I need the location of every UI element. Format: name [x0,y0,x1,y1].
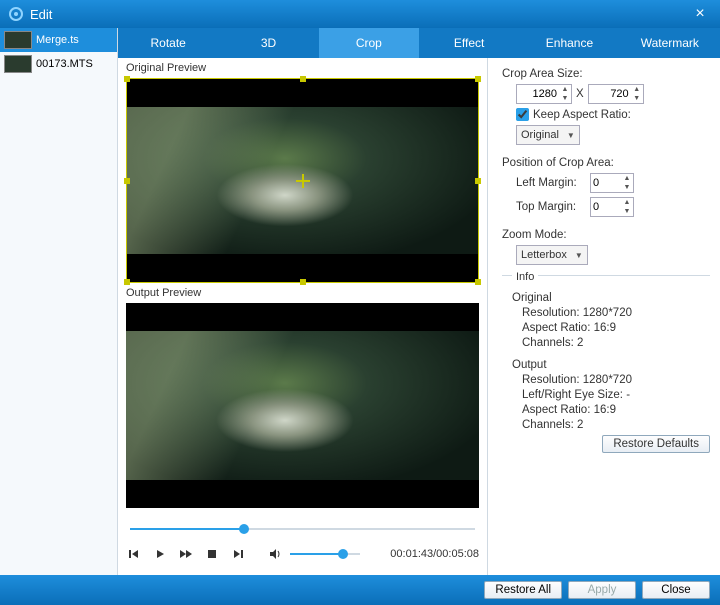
keep-aspect-checkbox[interactable] [516,108,529,121]
tab-watermark[interactable]: Watermark [620,28,720,58]
aspect-ratio-combo[interactable]: Original▼ [516,125,580,145]
info-line: Aspect Ratio: 16:9 [522,322,710,334]
info-line: Resolution: 1280*720 [522,374,710,386]
play-button[interactable] [152,546,168,562]
crop-height-input[interactable] [589,88,631,100]
file-label: Merge.ts [36,34,79,46]
file-sidebar: Merge.ts 00173.MTS [0,28,118,575]
time-display: 00:01:43/00:05:08 [390,548,479,560]
spin-down-icon[interactable]: ▼ [621,207,633,216]
x-label: X [576,88,584,100]
crop-handle[interactable] [300,279,306,285]
crop-center-icon[interactable] [296,174,310,188]
tab-rotate[interactable]: Rotate [118,28,218,58]
left-margin-label: Left Margin: [516,177,586,189]
seek-slider[interactable] [130,522,475,536]
zoom-label: Zoom Mode: [502,229,710,241]
chevron-down-icon: ▼ [575,251,583,260]
info-line: Resolution: 1280*720 [522,307,710,319]
prev-button[interactable] [126,546,142,562]
crop-handle[interactable] [300,76,306,82]
stop-button[interactable] [204,546,220,562]
sidebar-item[interactable]: Merge.ts [0,28,117,52]
crop-width-spinner[interactable]: ▲▼ [516,84,572,104]
crop-handle[interactable] [124,76,130,82]
original-preview[interactable] [126,78,479,283]
crop-handle[interactable] [124,279,130,285]
video-frame [126,331,479,480]
spin-up-icon[interactable]: ▲ [559,85,571,94]
chevron-down-icon: ▼ [567,131,575,140]
tab-enhance[interactable]: Enhance [519,28,619,58]
close-icon[interactable]: × [688,5,712,23]
crop-height-spinner[interactable]: ▲▼ [588,84,644,104]
volume-slider[interactable] [290,553,360,555]
restore-defaults-button[interactable]: Restore Defaults [602,435,710,453]
info-output-label: Output [512,359,710,371]
crop-handle[interactable] [475,76,481,82]
spin-up-icon[interactable]: ▲ [631,85,643,94]
tab-effect[interactable]: Effect [419,28,519,58]
info-original-label: Original [512,292,710,304]
close-button[interactable]: Close [642,581,710,599]
top-margin-input[interactable] [591,201,621,213]
left-margin-input[interactable] [591,177,621,189]
crop-handle[interactable] [475,178,481,184]
spin-down-icon[interactable]: ▼ [559,94,571,103]
title-bar: Edit × [0,0,720,28]
position-label: Position of Crop Area: [502,157,710,169]
footer-bar: Restore All Apply Close [0,575,720,605]
output-preview [126,303,479,508]
tab-3d[interactable]: 3D [218,28,318,58]
file-label: 00173.MTS [36,58,93,70]
crop-width-input[interactable] [517,88,559,100]
left-margin-spinner[interactable]: ▲▼ [590,173,634,193]
spin-down-icon[interactable]: ▼ [631,94,643,103]
keep-aspect-label: Keep Aspect Ratio: [533,109,631,121]
zoom-mode-combo[interactable]: Letterbox▼ [516,245,588,265]
tab-bar: Rotate 3D Crop Effect Enhance Watermark [118,28,720,58]
app-icon [8,6,24,22]
info-header: Info [512,271,538,283]
top-margin-spinner[interactable]: ▲▼ [590,197,634,217]
info-line: Channels: 2 [522,337,710,349]
sidebar-item[interactable]: 00173.MTS [0,52,117,76]
tab-crop[interactable]: Crop [319,28,419,58]
volume-icon[interactable] [268,546,284,562]
spin-up-icon[interactable]: ▲ [621,198,633,207]
info-line: Aspect Ratio: 16:9 [522,404,710,416]
apply-button[interactable]: Apply [568,581,636,599]
file-thumb [4,31,32,49]
info-line: Left/Right Eye Size: - [522,389,710,401]
spin-up-icon[interactable]: ▲ [621,174,633,183]
next-button[interactable] [230,546,246,562]
crop-handle[interactable] [475,279,481,285]
restore-all-button[interactable]: Restore All [484,581,562,599]
top-margin-label: Top Margin: [516,201,586,213]
crop-size-label: Crop Area Size: [502,68,710,80]
info-line: Channels: 2 [522,419,710,431]
fast-forward-button[interactable] [178,546,194,562]
original-preview-label: Original Preview [118,58,487,78]
crop-handle[interactable] [124,178,130,184]
file-thumb [4,55,32,73]
window-title: Edit [30,7,688,22]
spin-down-icon[interactable]: ▼ [621,183,633,192]
output-preview-label: Output Preview [118,283,487,303]
